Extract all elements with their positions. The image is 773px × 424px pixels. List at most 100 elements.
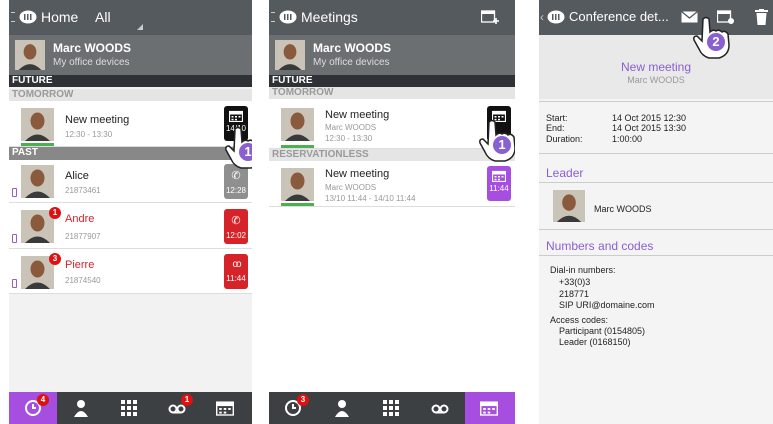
calendar-icon xyxy=(480,399,498,417)
meeting-time: 12:30 - 13:30 xyxy=(325,134,373,143)
history-row[interactable]: 3 Pierre 21874540 oo 11:44 xyxy=(9,249,252,294)
nav-contacts[interactable] xyxy=(57,392,105,424)
contact-name: Alice xyxy=(65,170,89,182)
avatar xyxy=(281,108,314,141)
app-logo-icon xyxy=(547,10,565,24)
nav-dialpad[interactable] xyxy=(367,392,415,424)
call-time: 11:44 xyxy=(226,274,246,283)
nav-dialpad[interactable] xyxy=(105,392,153,424)
menu-icon[interactable] xyxy=(11,12,15,22)
nav-contacts[interactable] xyxy=(318,392,366,424)
call-tile[interactable]: ✆ 12:02 xyxy=(224,209,248,244)
divider xyxy=(539,182,773,183)
voicemail-badge: 1 xyxy=(181,394,193,406)
dialin-sip-uri[interactable]: SIP URI@domaine.com xyxy=(559,300,655,310)
back-icon[interactable]: ‹ xyxy=(540,10,544,24)
meeting-name: New meeting xyxy=(325,109,390,121)
filter-dropdown[interactable]: All xyxy=(95,9,111,25)
tap-hand-pointer: 1 xyxy=(221,125,252,171)
history-row[interactable]: Alice 21873461 ✆ 12:28 xyxy=(9,160,252,203)
profile-bar[interactable]: Marc WOODS My office devices xyxy=(269,35,515,75)
add-meeting-icon[interactable] xyxy=(481,9,499,25)
presence-indicator xyxy=(281,203,314,206)
meeting-name: New meeting xyxy=(325,168,390,180)
mobile-icon xyxy=(12,188,17,197)
voicemail-icon xyxy=(431,404,449,414)
meeting-tile[interactable]: 11:44 xyxy=(487,166,511,201)
profile-devices: My office devices xyxy=(53,57,130,68)
delete-icon[interactable] xyxy=(755,9,768,25)
divider xyxy=(539,255,773,256)
dialin-number[interactable]: 218771 xyxy=(559,289,589,299)
leader-name: Marc WOODS xyxy=(594,204,652,214)
top-bar: Home All xyxy=(9,0,252,35)
presence-indicator xyxy=(281,145,314,148)
leader-header: Leader xyxy=(546,166,584,180)
mobile-icon xyxy=(12,279,17,288)
profile-devices: My office devices xyxy=(313,57,390,68)
meeting-row[interactable]: New meeting 12:30 - 13:30 14/10 xyxy=(9,101,252,147)
participant-code: Participant (0154805) xyxy=(559,326,646,336)
nav-history[interactable]: 3 xyxy=(269,392,317,424)
conference-details-screen: ‹ Conference det... New meeting Marc WOO… xyxy=(539,0,773,424)
nav-meetings[interactable] xyxy=(465,392,515,424)
voicemail-tile[interactable]: oo 11:44 xyxy=(224,254,248,289)
presence-indicator xyxy=(21,143,54,146)
page-title: Meetings xyxy=(301,9,358,25)
calendar-icon xyxy=(492,170,506,182)
step-number: 1 xyxy=(493,136,511,154)
contact-name: Andre xyxy=(65,213,95,225)
duration-value: 1:00:00 xyxy=(612,134,643,144)
calendar-icon xyxy=(229,110,243,122)
empty-list-area xyxy=(269,207,515,392)
avatar xyxy=(281,168,314,201)
voicemail-icon: oo xyxy=(232,259,241,270)
bottom-nav: 3 xyxy=(269,392,515,424)
profile-bar[interactable]: Marc WOODS My office devices xyxy=(9,35,252,75)
calendar-icon xyxy=(216,399,234,417)
meeting-tile-time: 11:44 xyxy=(489,184,509,193)
nav-voicemail[interactable] xyxy=(416,392,464,424)
meeting-owner: Marc WOODS xyxy=(325,123,377,132)
menu-icon[interactable] xyxy=(271,12,275,22)
meeting-title: New meeting xyxy=(620,60,692,74)
avatar xyxy=(15,39,45,71)
home-screen: Home All Marc WOODS My office devices FU… xyxy=(9,0,252,424)
duration-label: Duration: xyxy=(546,134,583,144)
nav-history[interactable]: 4 xyxy=(9,392,57,424)
section-past: PAST xyxy=(9,147,252,160)
tap-hand-pointer: 1 xyxy=(475,118,515,164)
history-row[interactable]: 1 Andre 21877907 ✆ 12:02 xyxy=(9,203,252,249)
meeting-header: New meeting Marc WOODS xyxy=(539,35,773,99)
profile-name: Marc WOODS xyxy=(53,41,132,55)
app-logo-icon xyxy=(19,10,37,24)
start-label: Start: xyxy=(546,113,568,123)
app-logo-icon xyxy=(279,10,297,24)
avatar xyxy=(275,39,305,71)
call-time: 12:28 xyxy=(225,186,247,195)
dialin-number[interactable]: +33(0)3 xyxy=(559,277,590,287)
section-future: FUTURE xyxy=(9,75,252,87)
numbers-header: Numbers and codes xyxy=(546,239,654,253)
top-bar: ‹ Conference det... xyxy=(539,0,773,35)
section-tomorrow: TOMORROW xyxy=(9,89,252,101)
missed-count-badge: 3 xyxy=(49,253,61,265)
call-time: 12:02 xyxy=(225,231,247,240)
contact-number: 21877907 xyxy=(65,232,101,241)
page-title: Conference det... xyxy=(569,9,669,24)
end-value: 14 Oct 2015 13:30 xyxy=(612,123,687,133)
step-number: 2 xyxy=(707,33,725,51)
step-number: 1 xyxy=(239,143,252,161)
nav-meetings[interactable] xyxy=(201,392,249,424)
start-value: 14 Oct 2015 12:30 xyxy=(612,113,687,123)
avatar xyxy=(21,108,54,141)
contact-name: Pierre xyxy=(65,259,95,271)
nav-voicemail[interactable]: 1 xyxy=(153,392,201,424)
meeting-time: 12:30 - 13:30 xyxy=(65,130,113,139)
person-icon xyxy=(74,400,88,417)
section-future: FUTURE xyxy=(269,75,515,87)
history-badge: 4 xyxy=(37,394,49,406)
meeting-name: New meeting xyxy=(65,114,130,126)
meeting-row[interactable]: New meeting Marc WOODS 13/10 11:44 - 14/… xyxy=(269,161,515,207)
tap-hand-pointer: 2 xyxy=(689,15,735,61)
